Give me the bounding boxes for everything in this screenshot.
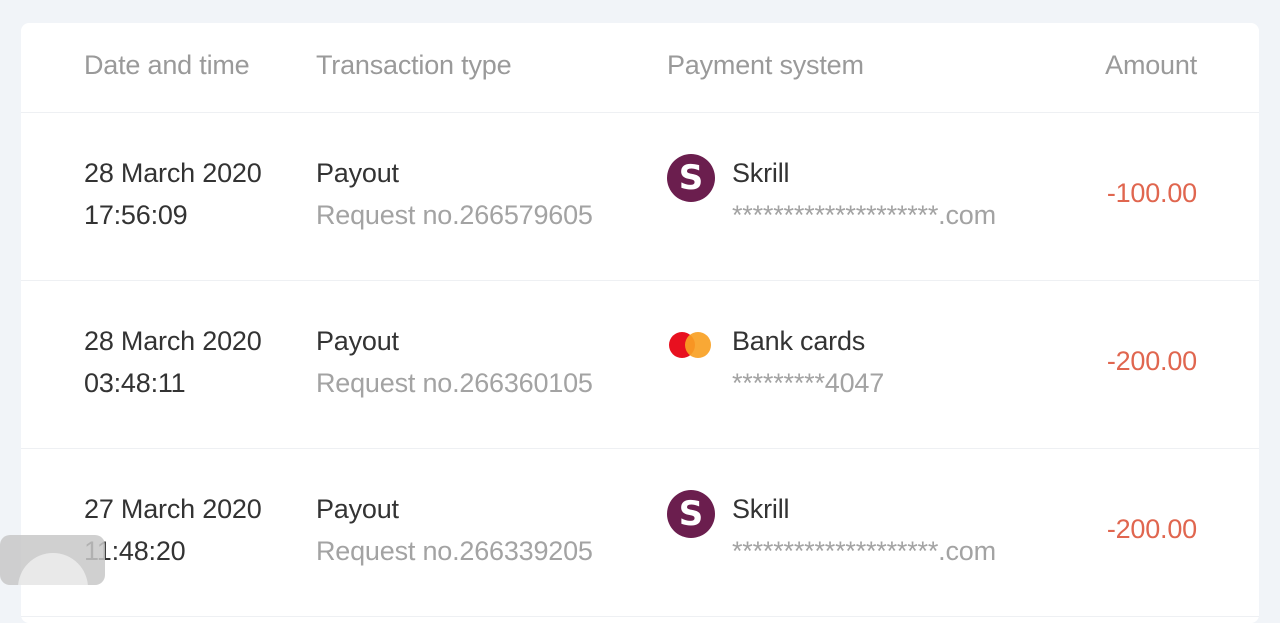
transaction-date: 28 March 2020: [84, 326, 262, 356]
mastercard-icon: [667, 330, 713, 360]
payment-account: *********4047: [732, 368, 885, 398]
mastercard-orange-circle: [685, 332, 711, 358]
overlay-circle-icon: [18, 553, 88, 585]
transaction-type: Payout: [316, 494, 399, 524]
payment-system-name: Skrill: [732, 494, 790, 524]
column-header-type[interactable]: Transaction type: [316, 50, 512, 81]
request-number: Request no.266579605: [316, 200, 593, 230]
skrill-icon: S: [667, 154, 715, 202]
payment-account: ********************.com: [732, 200, 996, 230]
request-number: Request no.266339205: [316, 536, 593, 566]
transaction-amount: -200.00: [1106, 514, 1197, 544]
table-row[interactable]: 28 March 2020 03:48:11 Payout Request no…: [21, 281, 1259, 449]
skrill-icon: S: [667, 490, 715, 538]
request-number: Request no.266360105: [316, 368, 593, 398]
transaction-date: 27 March 2020: [84, 494, 262, 524]
payment-system-name: Skrill: [732, 158, 790, 188]
transactions-table: Date and time Transaction type Payment s…: [21, 23, 1259, 623]
transaction-amount: -100.00: [1106, 178, 1197, 208]
payment-account: ********************.com: [732, 536, 996, 566]
column-header-date[interactable]: Date and time: [84, 50, 250, 81]
transaction-time: 17:56:09: [84, 200, 188, 230]
transaction-type: Payout: [316, 158, 399, 188]
transaction-type: Payout: [316, 326, 399, 356]
table-row[interactable]: 27 March 2020 11:48:20 Payout Request no…: [21, 449, 1259, 617]
transaction-time: 03:48:11: [84, 368, 186, 398]
transaction-date: 28 March 2020: [84, 158, 262, 188]
column-header-amount[interactable]: Amount: [1105, 50, 1197, 81]
transaction-amount: -200.00: [1106, 346, 1197, 376]
floating-overlay-button[interactable]: [0, 535, 105, 585]
payment-system-name: Bank cards: [732, 326, 866, 356]
table-header: Date and time Transaction type Payment s…: [21, 23, 1259, 113]
table-row[interactable]: 28 March 2020 17:56:09 Payout Request no…: [21, 113, 1259, 281]
column-header-payment-system[interactable]: Payment system: [667, 50, 864, 81]
